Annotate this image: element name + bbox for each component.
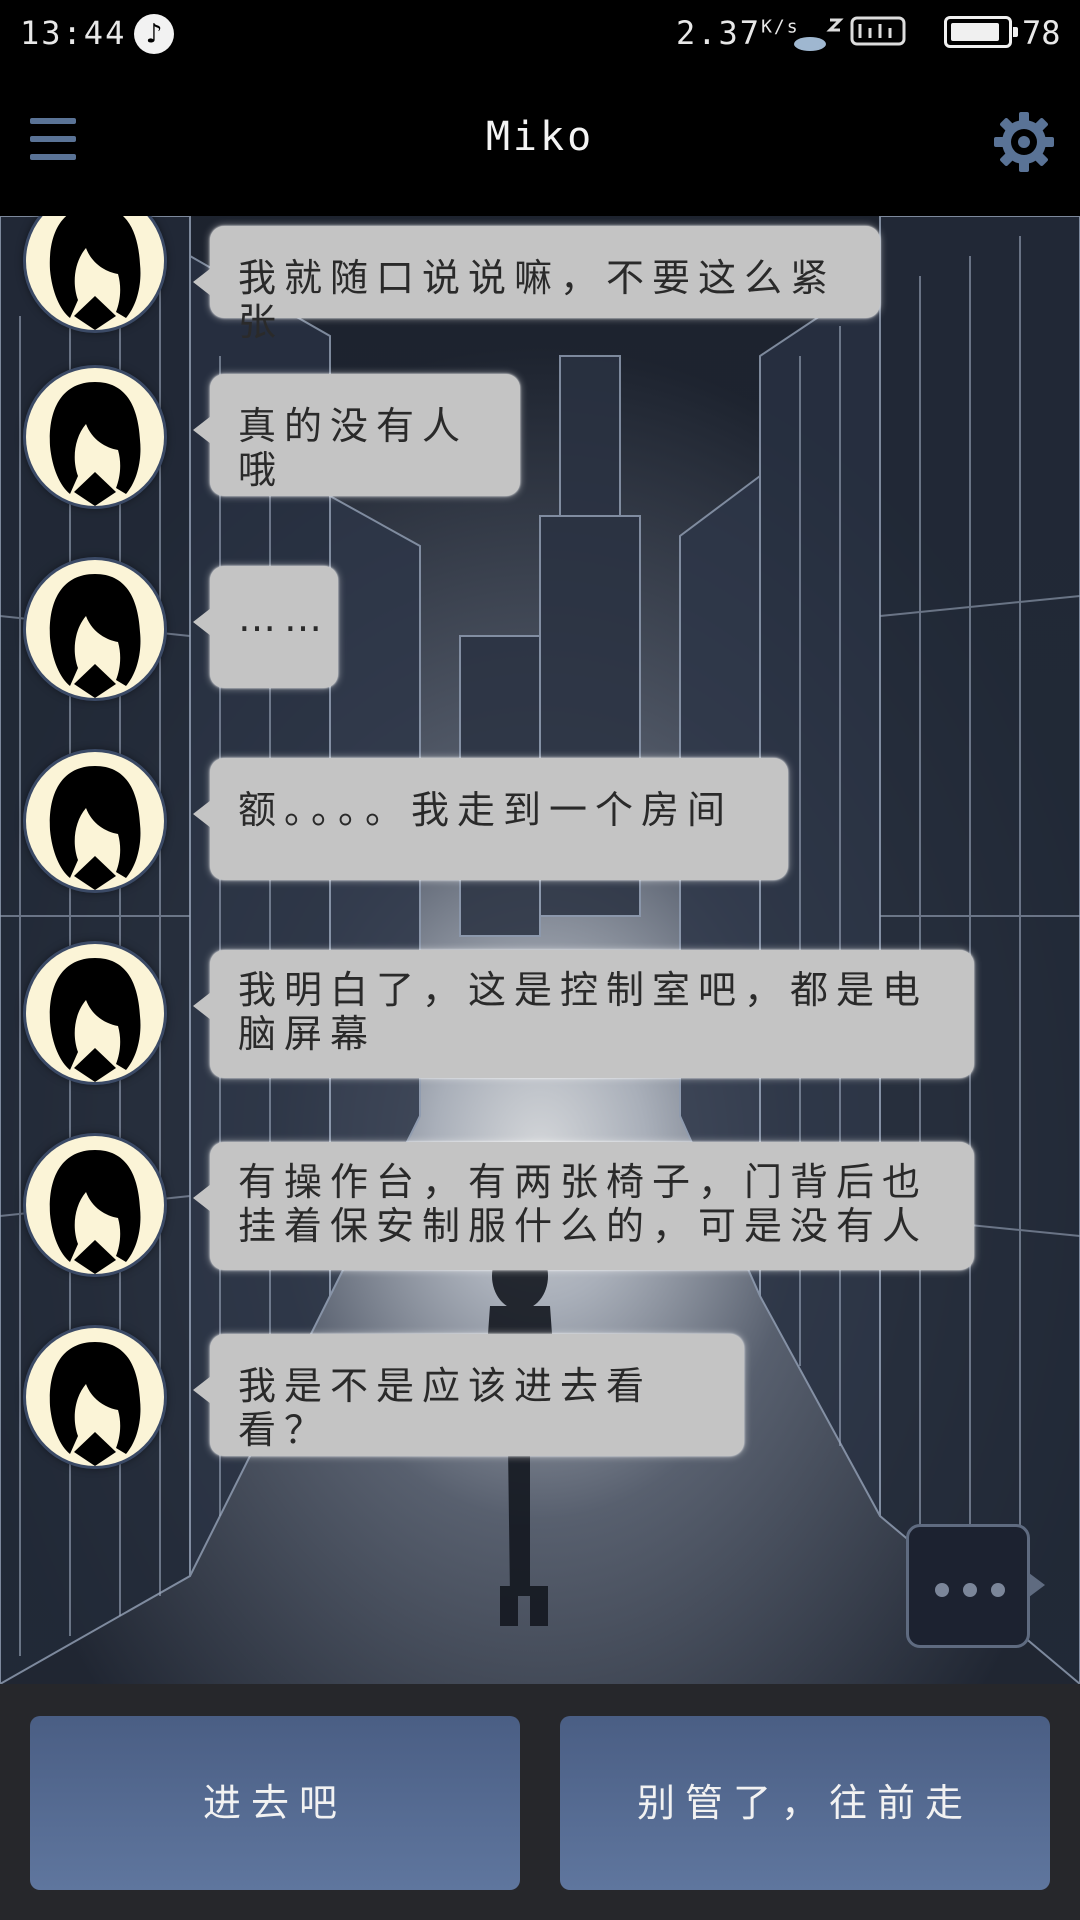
chat-title: Miko: [485, 114, 595, 160]
message-text: 我是不是应该进去看看？: [238, 1364, 653, 1452]
battery-percentage: 78: [1022, 14, 1061, 52]
miko-avatar[interactable]: [26, 1328, 164, 1466]
miko-avatar[interactable]: [26, 752, 164, 890]
typing-dot: [991, 1583, 1005, 1597]
message-bubble: 真的没有人哦: [193, 374, 520, 496]
miko-avatar[interactable]: [26, 560, 164, 698]
message-text: ……: [238, 596, 330, 640]
choice-go-in-button[interactable]: 进去吧: [30, 1716, 520, 1890]
message-bubble: 我明白了，这是控制室吧，都是电脑屏幕: [193, 950, 974, 1078]
typing-dot: [963, 1583, 977, 1597]
message-text: 真的没有人哦: [238, 404, 469, 492]
choice-keep-walking-button[interactable]: 别管了，往前走: [560, 1716, 1050, 1890]
bilibili-decoration-icon: [794, 16, 906, 51]
message-bubble: 额。。。。我走到一个房间: [193, 758, 788, 880]
typing-indicator[interactable]: [906, 1524, 1045, 1648]
message-bubble: 我是不是应该进去看看？: [193, 1334, 744, 1456]
reply-choices-bar: 进去吧 别管了，往前走: [0, 1684, 1080, 1920]
app-screen: 13:44 ♪ 2.37K/s 78 Miko 我就随口说说嘛，不要这么紧张 真…: [0, 0, 1080, 1920]
message-bubble: 有操作台，有两张椅子，门背后也挂着保安制服什么的，可是没有人: [193, 1142, 974, 1270]
music-note-icon: ♪: [134, 14, 174, 54]
message-text: 有操作台，有两张椅子，门背后也挂着保安制服什么的，可是没有人: [238, 1160, 929, 1248]
battery-icon: [944, 16, 1018, 48]
miko-avatar[interactable]: [26, 1136, 164, 1274]
miko-avatar[interactable]: [26, 368, 164, 506]
network-speed: 2.37K/s: [676, 14, 800, 52]
network-speed-value: 2.37: [676, 14, 762, 52]
chat-area[interactable]: 我就随口说说嘛，不要这么紧张 真的没有人哦 …… 额。。。。我走到一个房间 我明: [0, 216, 1080, 1684]
message-bubble: 我就随口说说嘛，不要这么紧张: [193, 226, 880, 344]
message-bubble: ……: [193, 566, 338, 688]
miko-avatar[interactable]: [26, 944, 164, 1082]
message-text: 额。。。。我走到一个房间: [238, 788, 734, 832]
status-bar: 13:44 ♪ 2.37K/s 78: [0, 0, 1080, 70]
typing-dot: [935, 1583, 949, 1597]
message-text: 我明白了，这是控制室吧，都是电脑屏幕: [238, 968, 929, 1056]
settings-gear-icon[interactable]: [992, 110, 1056, 174]
app-bar: Miko: [0, 70, 1080, 216]
status-time: 13:44: [20, 14, 127, 52]
